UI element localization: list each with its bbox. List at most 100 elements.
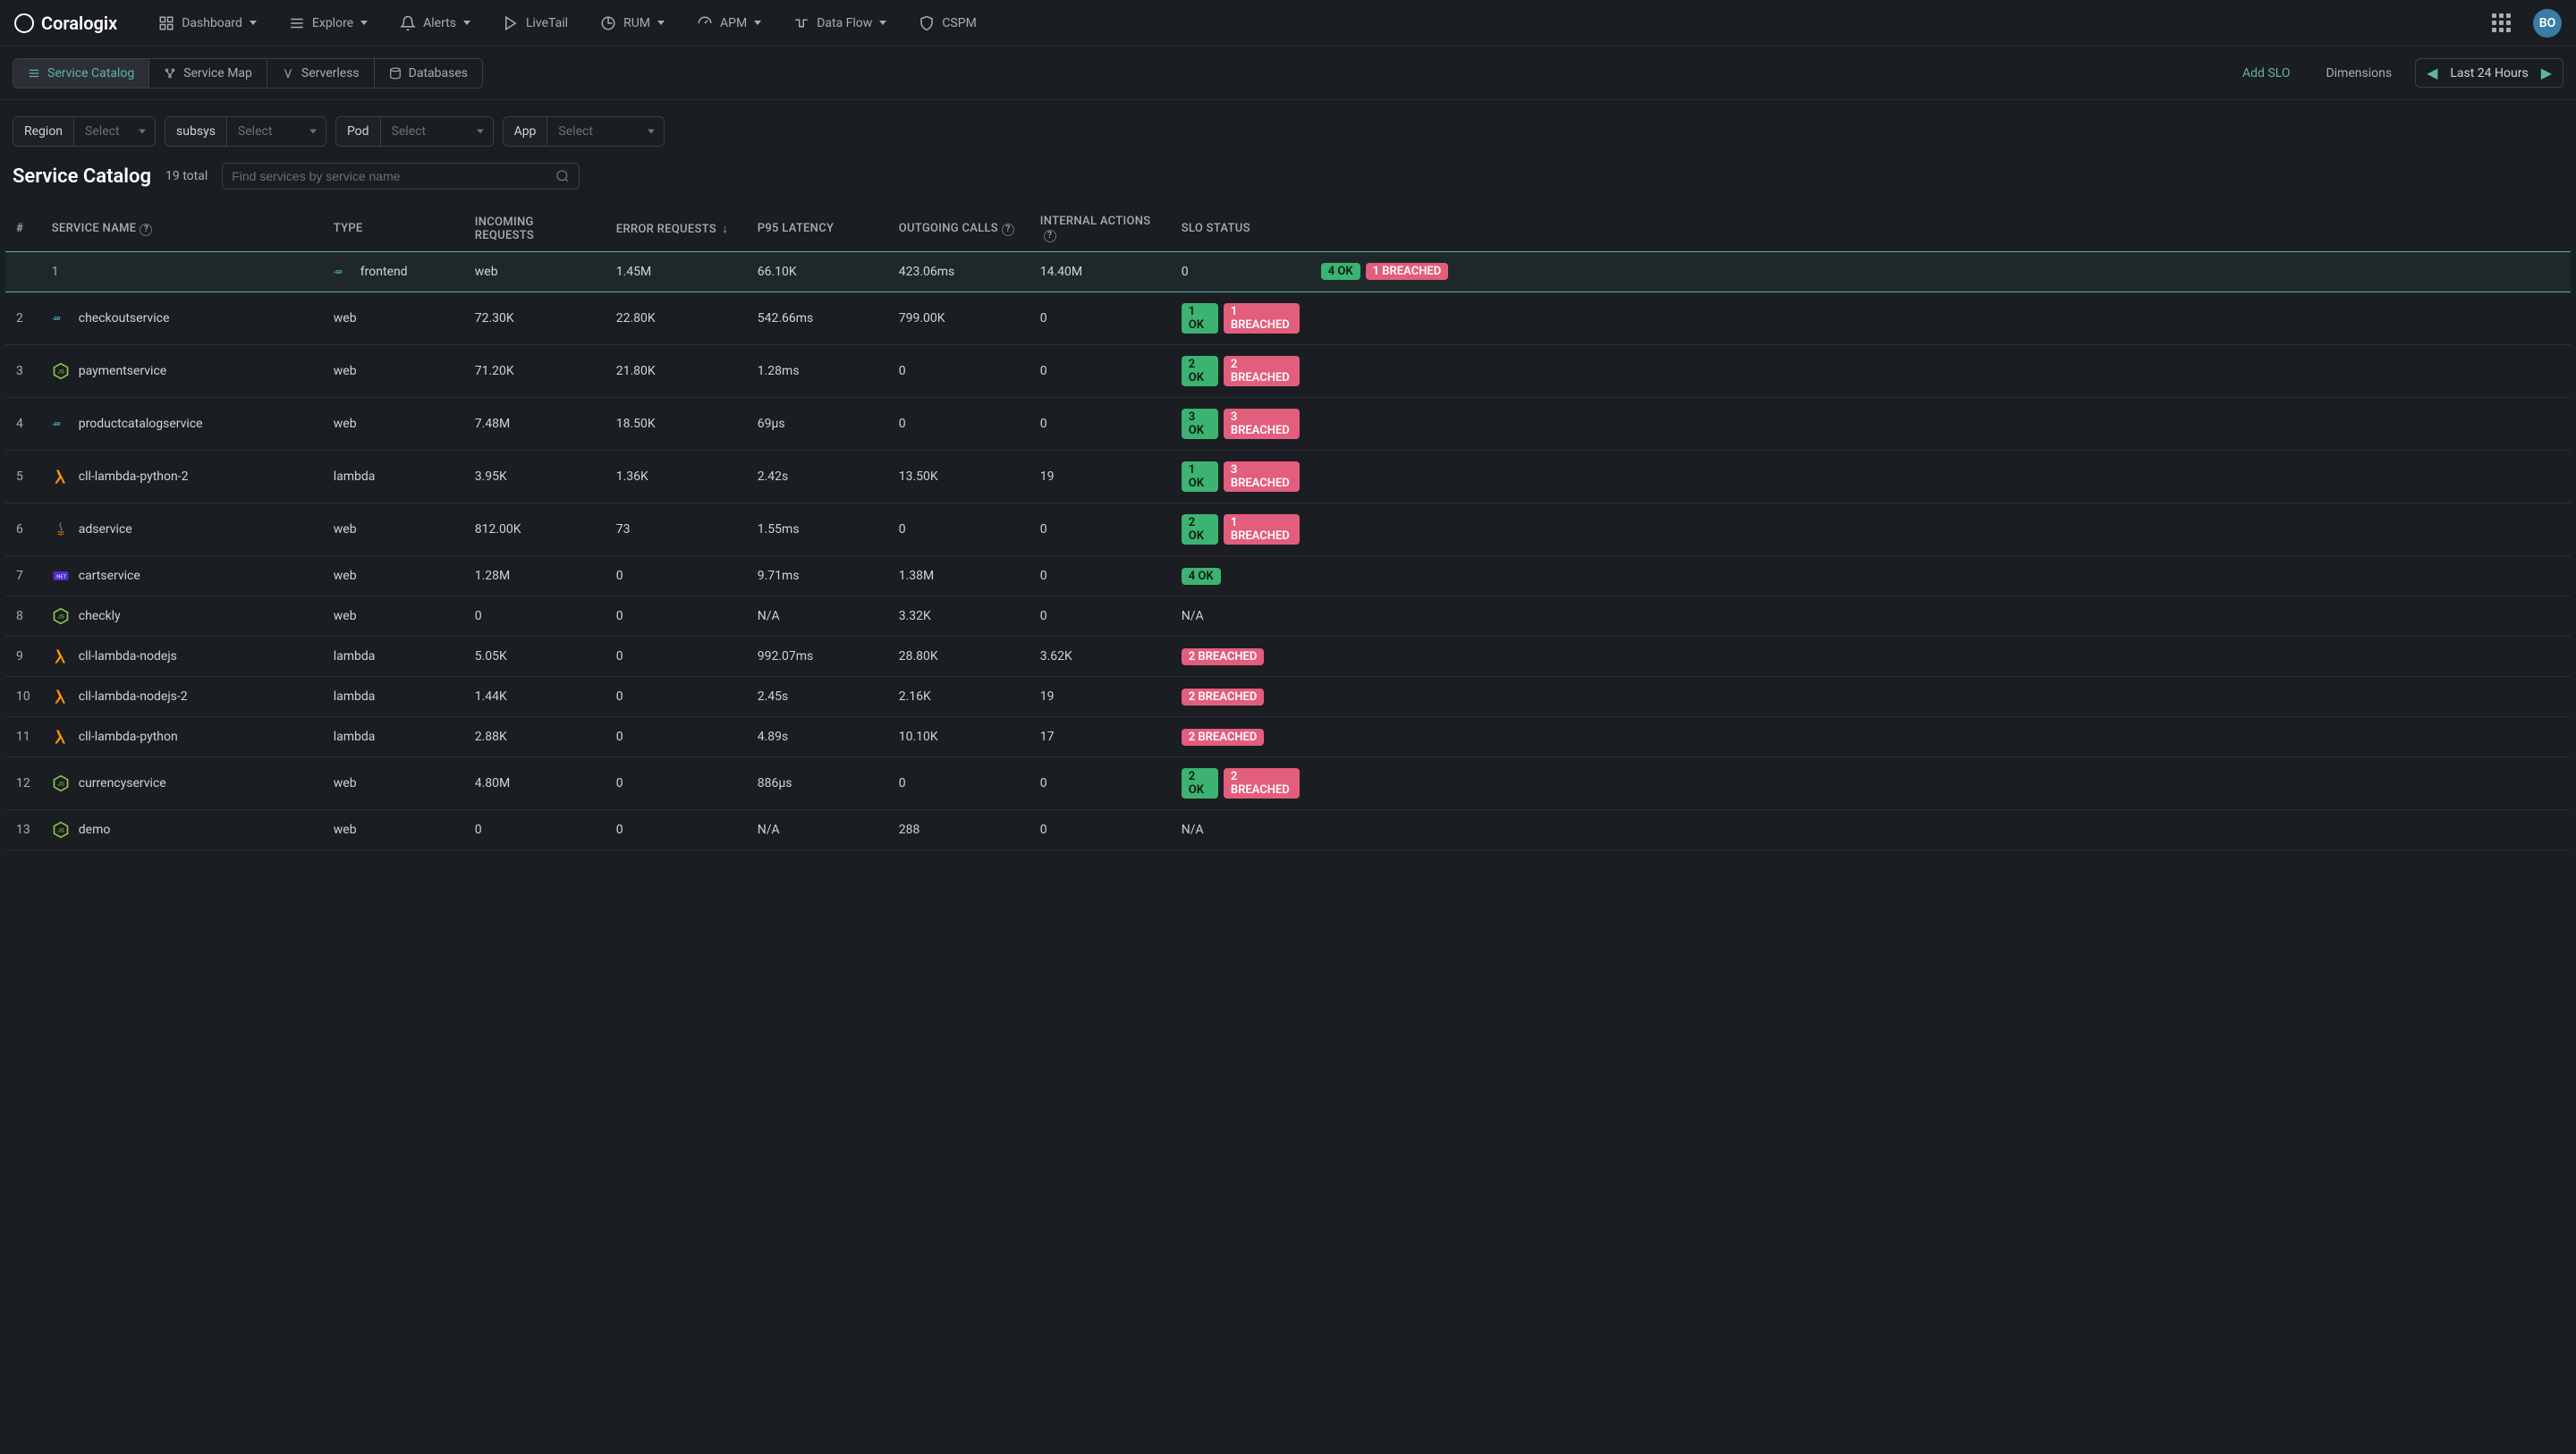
- tab-serverless[interactable]: Serverless: [267, 59, 375, 88]
- dashboard-icon: [158, 15, 174, 31]
- col-service-name[interactable]: SERVICE NAME?: [41, 206, 323, 252]
- cell-service-name: adservice: [41, 503, 323, 556]
- add-slo-button[interactable]: Add SLO: [2230, 59, 2302, 88]
- table-row[interactable]: 6adserviceweb812.00K731.55ms002 OK1 BREA…: [5, 503, 2571, 556]
- tech-icon: [52, 520, 70, 538]
- tech-icon: -GO: [52, 309, 70, 327]
- dimensions-button[interactable]: Dimensions: [2313, 59, 2404, 88]
- cell-incoming: 3.95K: [464, 451, 606, 503]
- cell-error: 0: [606, 556, 747, 596]
- table-row[interactable]: 7.NETcartserviceweb1.28M09.71ms1.38M04 O…: [5, 556, 2571, 596]
- cell-outgoing: 13.50K: [888, 451, 1030, 503]
- cell-type: lambda: [323, 451, 464, 503]
- cell-outgoing: 1.38M: [888, 556, 1030, 596]
- cell-service-name: cll-lambda-nodejs-2: [41, 677, 323, 717]
- cell-outgoing: 0: [888, 503, 1030, 556]
- filter-pod: Pod Select: [335, 116, 494, 147]
- help-icon[interactable]: ?: [140, 224, 152, 236]
- table-row[interactable]: 12JScurrencyserviceweb4.80M0886µs002 OK2…: [5, 757, 2571, 810]
- cell-incoming: 7.48M: [464, 398, 606, 451]
- brand-logo[interactable]: Coralogix: [14, 13, 117, 34]
- page-title: Service Catalog: [13, 165, 151, 188]
- table-row[interactable]: 8JSchecklyweb00N/A3.32K0N/A: [5, 596, 2571, 637]
- col-outgoing[interactable]: OUTGOING CALLS?: [888, 206, 1030, 252]
- cell-error: 1.36K: [606, 451, 747, 503]
- slo-ok-badge: 1 OK: [1182, 303, 1218, 334]
- svg-text:-GO: -GO: [52, 422, 61, 427]
- slo-ok-badge: 1 OK: [1182, 461, 1218, 492]
- help-icon[interactable]: ?: [1044, 230, 1056, 242]
- caret-down-icon: [879, 21, 886, 25]
- cell-slo: 4 OK: [1171, 556, 1310, 596]
- next-arrow-icon[interactable]: ▶: [2541, 64, 2552, 81]
- caret-down-icon: [250, 21, 257, 25]
- filter-label: subsys: [165, 117, 227, 146]
- tech-icon: JS: [52, 362, 70, 380]
- filter-select[interactable]: Select: [547, 117, 664, 146]
- nav-explore[interactable]: Explore: [276, 8, 380, 38]
- cell-slo: 4 OK1 BREACHED: [1310, 252, 2571, 292]
- table-row[interactable]: 3JSpaymentserviceweb71.20K21.80K1.28ms00…: [5, 345, 2571, 398]
- nav-dashboard[interactable]: Dashboard: [146, 8, 269, 38]
- cell-outgoing: 14.40M: [1030, 252, 1171, 292]
- slo-breach-badge: 1 BREACHED: [1366, 263, 1449, 280]
- cell-type: web: [323, 757, 464, 810]
- nav-alerts[interactable]: Alerts: [387, 8, 483, 38]
- tech-icon: -GO: [52, 415, 70, 433]
- avatar[interactable]: BO: [2533, 9, 2562, 38]
- table-row[interactable]: 9cll-lambda-nodejslambda5.05K0992.07ms28…: [5, 637, 2571, 677]
- nav-label: RUM: [623, 16, 650, 30]
- tab-databases[interactable]: Databases: [375, 59, 482, 88]
- nav-rum[interactable]: RUM: [588, 8, 677, 38]
- cell-error: 73: [606, 503, 747, 556]
- table-row[interactable]: 11cll-lambda-pythonlambda2.88K04.89s10.1…: [5, 717, 2571, 757]
- help-icon[interactable]: ?: [1002, 224, 1014, 236]
- table-row[interactable]: 5cll-lambda-python-2lambda3.95K1.36K2.42…: [5, 451, 2571, 503]
- search-box: [222, 163, 580, 190]
- table-row[interactable]: 1-GOfrontendweb1.45M66.10K423.06ms14.40M…: [5, 252, 2571, 292]
- rum-icon: [600, 15, 616, 31]
- filter-select[interactable]: Select: [74, 117, 155, 146]
- col-error[interactable]: ERROR REQUESTS↓: [606, 206, 747, 252]
- cell-type: web: [323, 345, 464, 398]
- col-type[interactable]: TYPE: [323, 206, 464, 252]
- svg-text:-GO: -GO: [52, 317, 61, 322]
- cell-service-name: JScheckly: [41, 596, 323, 637]
- cell-internal: 0: [1030, 556, 1171, 596]
- search-input[interactable]: [232, 169, 548, 183]
- tab-service-map[interactable]: Service Map: [149, 59, 267, 88]
- table-row[interactable]: 10cll-lambda-nodejs-2lambda1.44K02.45s2.…: [5, 677, 2571, 717]
- prev-arrow-icon[interactable]: ◀: [2427, 64, 2437, 81]
- col-p95[interactable]: P95 LATENCY: [747, 206, 888, 252]
- table-row[interactable]: 2-GOcheckoutserviceweb72.30K22.80K542.66…: [5, 292, 2571, 345]
- nav-livetail[interactable]: LiveTail: [490, 8, 580, 38]
- filter-select[interactable]: Select: [227, 117, 326, 146]
- cell-slo: N/A: [1171, 810, 1310, 850]
- cell-error: 21.80K: [606, 345, 747, 398]
- nav-dataflow[interactable]: Data Flow: [781, 8, 899, 38]
- cell-internal: 0: [1171, 252, 1310, 292]
- slo-ok-badge: 4 OK: [1182, 568, 1221, 585]
- cell-internal: 0: [1030, 345, 1171, 398]
- row-number: 2: [5, 292, 41, 345]
- bell-icon: [400, 15, 416, 31]
- lambda-icon: [282, 67, 294, 80]
- nav-label: APM: [720, 16, 747, 30]
- cell-internal: 0: [1030, 810, 1171, 850]
- col-slo[interactable]: SLO STATUS: [1171, 206, 1310, 252]
- filter-select[interactable]: Select: [381, 117, 493, 146]
- tech-icon: -GO: [334, 263, 352, 281]
- cell-error: 66.10K: [747, 252, 888, 292]
- cell-outgoing: 3.32K: [888, 596, 1030, 637]
- time-range-picker[interactable]: ◀ Last 24 Hours ▶: [2415, 58, 2563, 88]
- apps-grid-icon[interactable]: [2492, 13, 2512, 33]
- col-incoming[interactable]: INCOMING REQUESTS: [464, 206, 606, 252]
- service-name: cll-lambda-nodejs: [79, 649, 177, 664]
- nav-apm[interactable]: APM: [684, 8, 774, 38]
- cell-slo: 2 OK2 BREACHED: [1171, 757, 1310, 810]
- tab-service-catalog[interactable]: Service Catalog: [13, 59, 149, 88]
- nav-cspm[interactable]: CSPM: [906, 8, 988, 38]
- table-row[interactable]: 4-GOproductcatalogserviceweb7.48M18.50K6…: [5, 398, 2571, 451]
- table-row[interactable]: 13JSdemoweb00N/A2880N/A: [5, 810, 2571, 850]
- col-internal[interactable]: INTERNAL ACTIONS?: [1030, 206, 1171, 252]
